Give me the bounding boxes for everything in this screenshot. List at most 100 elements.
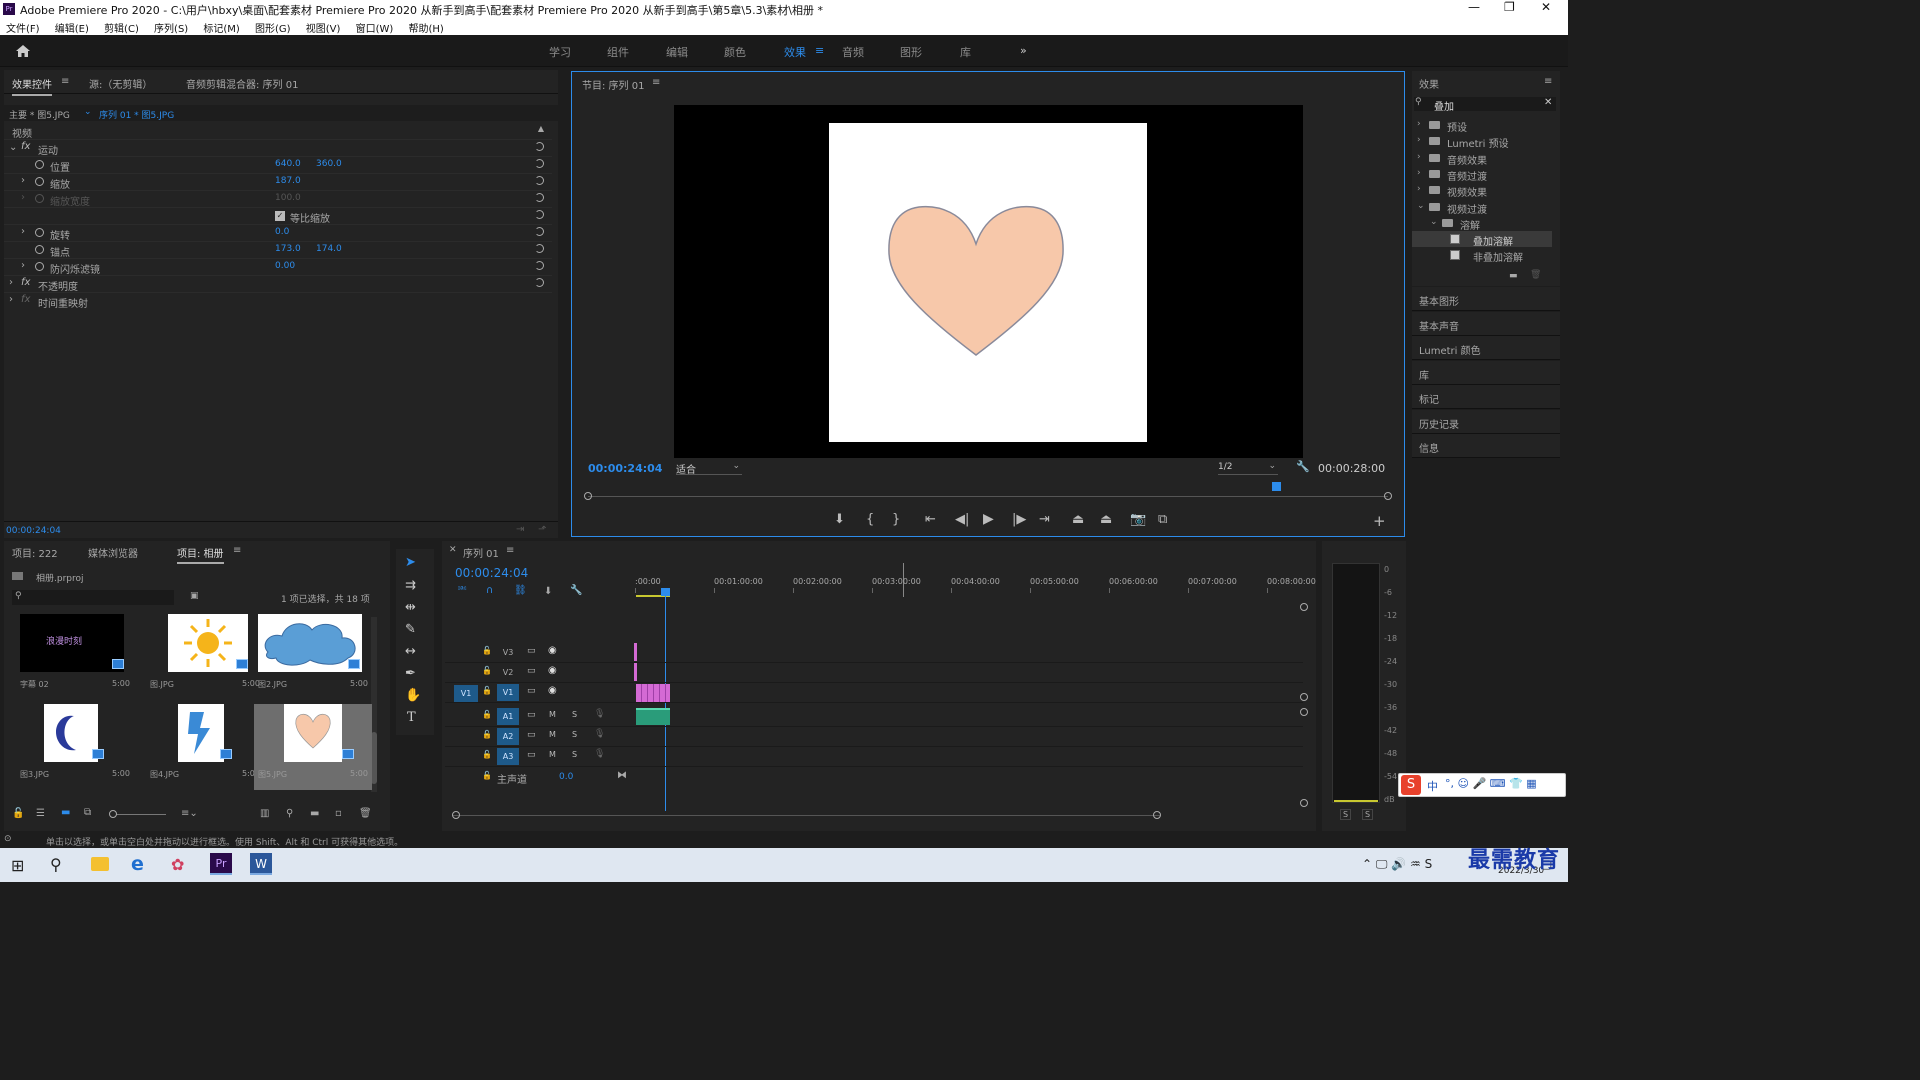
mute-button[interactable]: M — [549, 730, 556, 739]
find-icon[interactable]: ⚲ — [286, 808, 293, 819]
timeline-timecode[interactable]: 00:00:24:04 — [455, 566, 528, 580]
panel-menu-icon[interactable]: ≡ — [1544, 76, 1552, 87]
edge-icon[interactable]: e — [131, 853, 144, 875]
tab-source[interactable]: 源:（无剪辑） — [89, 76, 152, 91]
reset-icon[interactable] — [535, 278, 544, 287]
lock-icon[interactable]: 🔓 — [482, 686, 492, 695]
audio-track-row[interactable]: 🔓 A2 ▭ M S 🎙 — [445, 727, 1303, 747]
effects-title[interactable]: 效果 — [1419, 76, 1439, 91]
effect-tree-item[interactable]: › 视频效果 — [1412, 182, 1552, 199]
add-marker-icon[interactable]: ⬇ — [544, 586, 552, 597]
new-bin-icon[interactable]: ▬ — [310, 808, 319, 819]
go-to-in-icon[interactable]: ⇤ — [925, 512, 936, 527]
chevron-right-icon[interactable]: › — [1417, 184, 1421, 194]
menu-view[interactable]: 视图(V) — [306, 20, 341, 35]
wrench-icon[interactable]: 🔧 — [1296, 460, 1310, 473]
minimize-button[interactable]: — — [1468, 0, 1480, 14]
extract-icon[interactable]: ⏏ — [1100, 512, 1112, 527]
clip-v2[interactable] — [634, 663, 637, 681]
add-button-icon[interactable]: + — [1373, 512, 1386, 530]
audio-track-row[interactable]: 🔓 A3 ▭ M S 🎙 — [445, 747, 1303, 767]
time-remap-row[interactable]: › fx 时间重映射 — [4, 293, 552, 310]
clip-v3[interactable] — [634, 643, 637, 661]
workspace-graphics[interactable]: 图形 — [900, 44, 922, 60]
fx-icon[interactable]: fx — [21, 277, 30, 288]
rotation-value[interactable]: 0.0 — [275, 227, 289, 237]
anchor-y-value[interactable]: 174.0 — [316, 244, 342, 254]
close-tab-icon[interactable]: ✕ — [449, 545, 457, 555]
lock-icon[interactable]: 🔓 — [482, 750, 492, 759]
zoom-slider[interactable] — [110, 814, 166, 815]
project-item[interactable]: 图4.JPG 5:00 — [146, 704, 264, 790]
a-scroll-bottom[interactable] — [1300, 799, 1308, 807]
clip-v1[interactable] — [636, 684, 670, 702]
mic-icon[interactable]: 🎙 — [594, 729, 605, 739]
panel-menu-icon[interactable]: ≡ — [61, 76, 69, 87]
film-icon[interactable]: ▭ — [527, 730, 536, 740]
program-timecode[interactable]: 00:00:24:04 — [588, 462, 662, 475]
source-patch[interactable]: V1 — [454, 685, 478, 702]
project-search-input[interactable]: ⚲ — [12, 590, 174, 605]
master-track-row[interactable]: 🔓 主声道 0.0 ⧓ — [445, 768, 1303, 788]
tab-media-browser[interactable]: 媒体浏览器 — [88, 545, 138, 560]
panel-menu-icon[interactable]: ≡ — [652, 77, 660, 88]
master-value[interactable]: 0.0 — [559, 772, 573, 782]
effect-tree-item[interactable]: 非叠加溶解 — [1412, 247, 1552, 264]
lock-icon[interactable]: 🔓 — [482, 710, 492, 719]
sort-icon[interactable]: ≡⌄ — [181, 808, 198, 819]
new-item-icon[interactable]: ▫ — [335, 808, 342, 819]
menu-sequence[interactable]: 序列(S) — [154, 20, 188, 35]
effect-tree-item[interactable]: › 音频过渡 — [1412, 166, 1552, 183]
solo-button[interactable]: S — [572, 730, 577, 739]
film-icon[interactable]: ▭ — [527, 646, 536, 656]
track-label[interactable]: A3 — [497, 748, 519, 765]
fit-dropdown[interactable]: 适合 ⌄ — [676, 461, 742, 476]
panel-tab-3[interactable]: 库 — [1412, 360, 1560, 385]
workspace-editing[interactable]: 编辑 — [666, 44, 688, 60]
automate-icon[interactable]: ▥ — [260, 808, 269, 819]
mic-icon[interactable]: 🎙 — [594, 749, 605, 759]
reset-icon[interactable] — [535, 193, 544, 202]
audio-track-row[interactable]: 🔓 A1 ▭ M S 🎙 — [445, 707, 1303, 727]
solo-button[interactable]: S — [572, 750, 577, 759]
tab-project-album[interactable]: 项目: 相册 — [177, 545, 224, 564]
solo-left-button[interactable]: S — [1340, 809, 1352, 820]
effect-tree-item[interactable]: ⌄ 视频过渡 — [1412, 199, 1552, 216]
stopwatch-icon[interactable] — [35, 245, 44, 254]
panel-tab-6[interactable]: 信息 — [1412, 434, 1560, 458]
icon-view-icon[interactable]: ▬ — [61, 807, 70, 818]
workspace-color[interactable]: 颜色 — [724, 44, 746, 60]
search-icon[interactable]: ⚲ — [50, 855, 62, 874]
step-forward-icon[interactable]: |▶ — [1012, 512, 1026, 527]
stopwatch-icon[interactable] — [35, 160, 44, 169]
lock-icon[interactable]: 🔓 — [482, 730, 492, 739]
menu-clip[interactable]: 剪辑(C) — [104, 20, 139, 35]
nest-icon[interactable]: ⎃ — [458, 585, 466, 596]
menu-graphics[interactable]: 图形(G) — [255, 20, 291, 35]
snap-icon[interactable]: ∩ — [486, 585, 493, 596]
master-clip-label[interactable]: 主要 * 图5.JPG — [9, 108, 70, 121]
effects-search[interactable]: ⚲ 叠加 ✕ — [1414, 97, 1556, 113]
track-select-icon[interactable]: ⇉ — [405, 578, 416, 593]
reset-icon[interactable] — [535, 244, 544, 253]
stopwatch-icon[interactable] — [35, 262, 44, 271]
track-label[interactable]: V1 — [497, 684, 519, 701]
chevron-right-icon[interactable]: › — [1417, 152, 1421, 162]
panel-tab-1[interactable]: 基本声音 — [1412, 311, 1560, 336]
eye-icon[interactable]: ◉ — [548, 685, 557, 696]
stopwatch-icon[interactable] — [35, 228, 44, 237]
mute-button[interactable]: M — [549, 750, 556, 759]
video-track-row[interactable]: V1 🔓 V1 ▭ ◉ — [445, 683, 1303, 703]
project-item[interactable]: 图.JPG 5:00 — [146, 614, 264, 700]
workspace-audio[interactable]: 音频 — [842, 44, 864, 60]
effect-tree-item[interactable]: 叠加溶解 — [1412, 231, 1552, 248]
anchor-x-value[interactable]: 173.0 — [275, 244, 301, 254]
video-frame[interactable] — [674, 105, 1303, 458]
reset-icon[interactable] — [535, 210, 544, 219]
clear-search-icon[interactable]: ✕ — [1544, 97, 1552, 108]
effect-tree-item[interactable]: › Lumetri 预设 — [1412, 133, 1552, 150]
pen-tool-icon[interactable]: ✒ — [405, 666, 416, 681]
stopwatch-icon[interactable] — [35, 177, 44, 186]
lift-icon[interactable]: ⏏ — [1072, 512, 1084, 527]
project-item[interactable]: 浪漫时刻 字幕 02 5:00 — [16, 614, 134, 700]
